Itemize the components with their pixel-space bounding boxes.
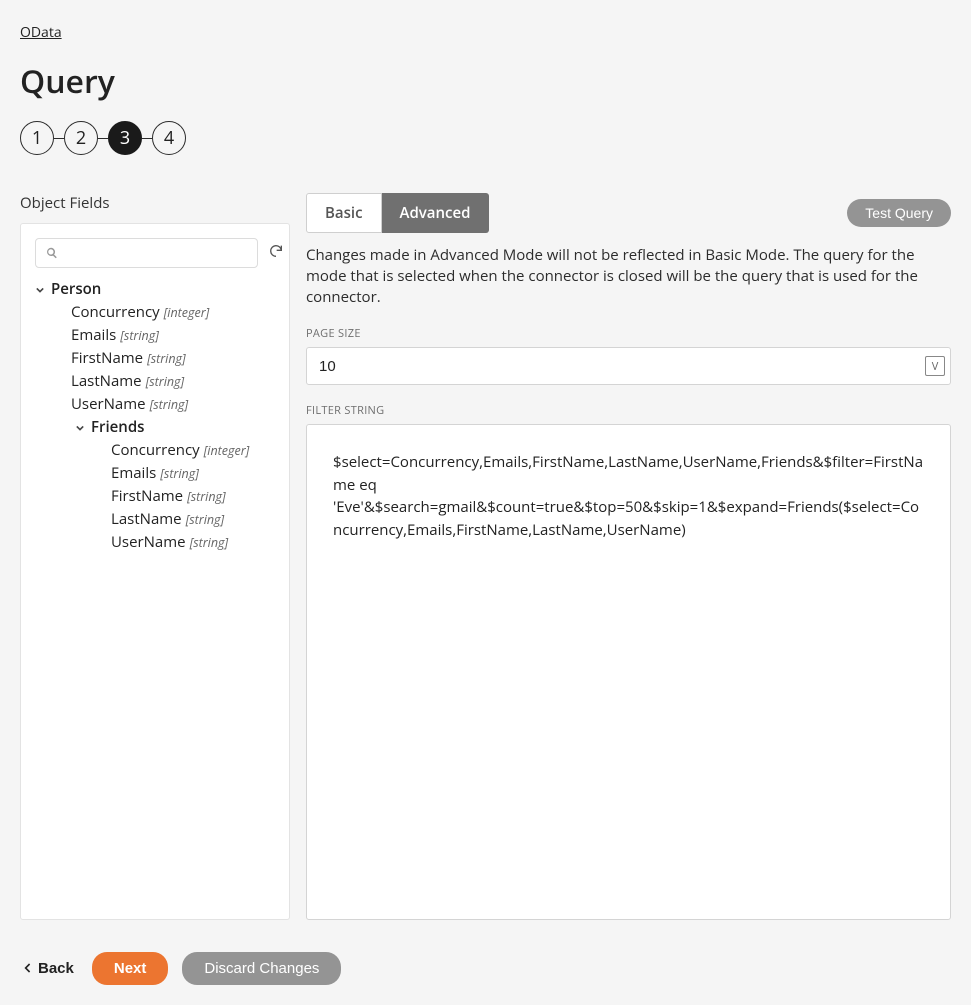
variable-icon: V <box>932 359 939 374</box>
field-type: [string] <box>187 488 226 506</box>
step-1[interactable]: 1 <box>20 121 54 155</box>
field-type: [string] <box>120 327 159 345</box>
discard-changes-button[interactable]: Discard Changes <box>182 952 341 985</box>
tree-field[interactable]: Concurrency [integer] <box>35 301 275 324</box>
field-name: UserName <box>111 532 186 553</box>
field-name: Concurrency <box>71 302 160 323</box>
tree-field[interactable]: LastName [string] <box>35 508 275 531</box>
refresh-button[interactable] <box>268 244 284 262</box>
field-name: FirstName <box>111 486 183 507</box>
page-size-input[interactable] <box>306 347 951 385</box>
tree-field[interactable]: FirstName [string] <box>35 347 275 370</box>
stepper: 1 2 3 4 <box>20 121 951 155</box>
tree-field[interactable]: Emails [string] <box>35 324 275 347</box>
search-input[interactable] <box>66 245 247 261</box>
tree-field[interactable]: LastName [string] <box>35 370 275 393</box>
object-fields-panel: Person Concurrency [integer] Emails [str… <box>20 223 290 920</box>
filter-string-input[interactable] <box>306 424 951 920</box>
field-type: [integer] <box>164 304 210 322</box>
field-name: Concurrency <box>111 440 200 461</box>
page-size-label: PAGE SIZE <box>306 326 951 341</box>
tree-field[interactable]: UserName [string] <box>35 393 275 416</box>
breadcrumb[interactable]: OData <box>20 23 62 42</box>
field-type: [string] <box>160 465 199 483</box>
page-title: Query <box>20 60 951 103</box>
step-connector <box>142 138 152 139</box>
field-name: FirstName <box>71 348 143 369</box>
tree-node-label: Person <box>51 279 101 300</box>
advanced-mode-notice: Changes made in Advanced Mode will not b… <box>306 245 951 308</box>
tree-field[interactable]: Emails [string] <box>35 462 275 485</box>
step-connector <box>54 138 64 139</box>
field-name: UserName <box>71 394 146 415</box>
field-type: [string] <box>147 350 186 368</box>
field-type: [string] <box>146 373 185 391</box>
field-name: LastName <box>111 509 182 530</box>
tree-field[interactable]: UserName [string] <box>35 531 275 554</box>
test-query-button[interactable]: Test Query <box>847 199 951 227</box>
chevron-down-icon <box>35 286 45 294</box>
field-type: [string] <box>186 511 225 529</box>
field-type: [integer] <box>204 442 250 460</box>
tree-node-person[interactable]: Person <box>35 278 275 301</box>
step-4[interactable]: 4 <box>152 121 186 155</box>
mode-tabs: Basic Advanced <box>306 193 489 233</box>
object-fields-heading: Object Fields <box>20 193 290 213</box>
step-3[interactable]: 3 <box>108 121 142 155</box>
back-button[interactable]: Back <box>20 954 78 983</box>
tree-node-label: Friends <box>91 417 144 438</box>
back-label: Back <box>38 960 74 977</box>
field-type: [string] <box>190 534 229 552</box>
step-2[interactable]: 2 <box>64 121 98 155</box>
field-name: Emails <box>71 325 116 346</box>
tree-node-friends[interactable]: Friends <box>35 416 275 439</box>
tree-field[interactable]: FirstName [string] <box>35 485 275 508</box>
field-name: LastName <box>71 371 142 392</box>
step-connector <box>98 138 108 139</box>
tab-basic[interactable]: Basic <box>306 193 382 233</box>
search-icon <box>46 242 58 264</box>
search-input-wrapper[interactable] <box>35 238 258 268</box>
field-name: Emails <box>111 463 156 484</box>
tree-field[interactable]: Concurrency [integer] <box>35 439 275 462</box>
next-button[interactable]: Next <box>92 952 169 985</box>
variable-button[interactable]: V <box>925 356 945 376</box>
filter-string-label: FILTER STRING <box>306 403 951 418</box>
refresh-icon <box>268 242 284 264</box>
tab-advanced[interactable]: Advanced <box>382 193 490 233</box>
chevron-left-icon <box>24 960 32 977</box>
field-tree: Person Concurrency [integer] Emails [str… <box>35 278 275 554</box>
field-type: [string] <box>150 396 189 414</box>
chevron-down-icon <box>75 424 85 432</box>
